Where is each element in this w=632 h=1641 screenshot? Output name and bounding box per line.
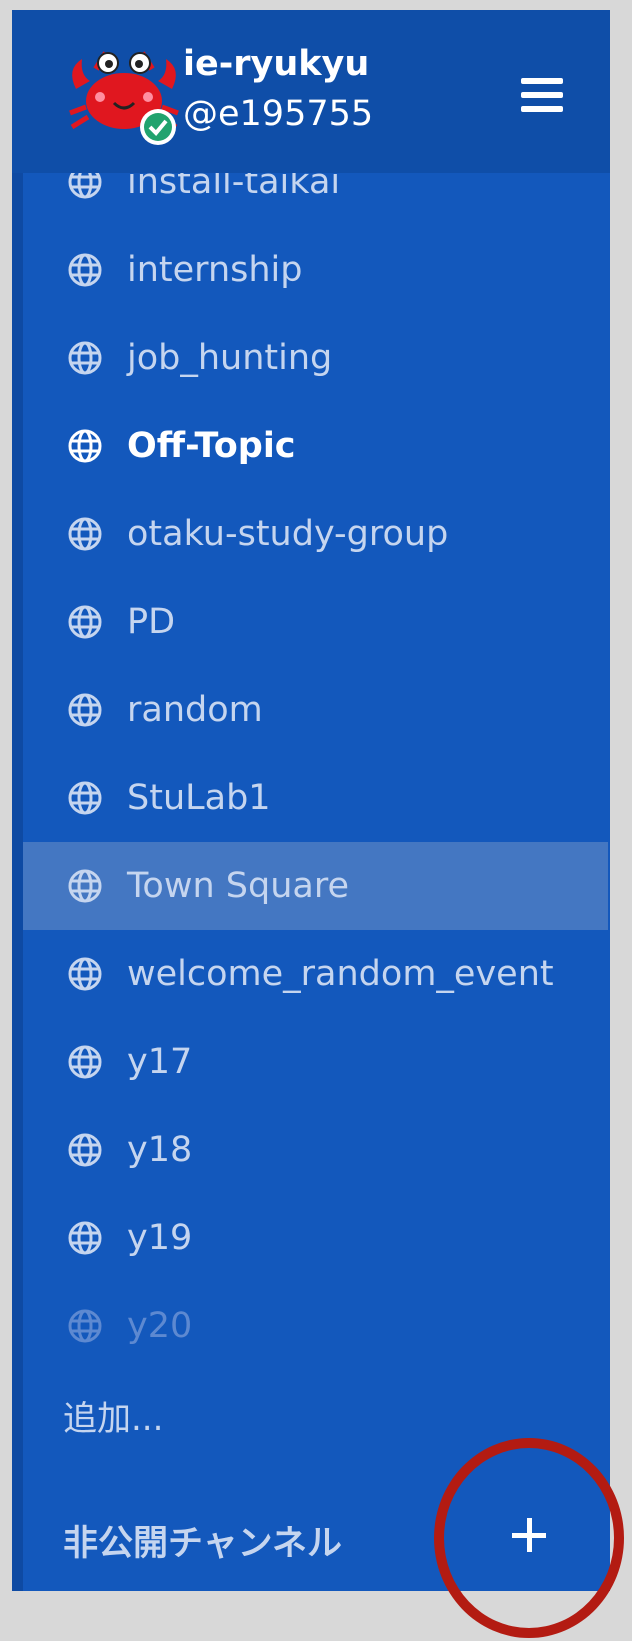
- channel-item[interactable]: y19: [12, 1194, 610, 1282]
- globe-icon: [68, 781, 102, 815]
- add-private-channel-button[interactable]: [500, 1505, 560, 1565]
- globe-icon: [68, 1221, 102, 1255]
- channel-item[interactable]: StuLab1: [12, 754, 610, 842]
- status-online-icon: [140, 109, 176, 145]
- add-more-channels-link[interactable]: 追加...: [63, 1391, 163, 1440]
- sidebar-header: ie-ryukyu @e195755: [12, 10, 610, 173]
- channel-item[interactable]: otaku-study-group: [12, 490, 610, 578]
- globe-icon: [68, 517, 102, 551]
- globe-icon: [68, 1309, 102, 1343]
- channel-label: internship: [127, 250, 303, 290]
- channel-item[interactable]: Town Square: [23, 842, 608, 930]
- channel-label: PD: [127, 602, 176, 642]
- channel-label: random: [127, 690, 263, 730]
- channel-label: welcome_random_event: [127, 954, 554, 994]
- team-avatar[interactable]: [66, 45, 182, 147]
- globe-icon: [68, 1045, 102, 1079]
- channel-item[interactable]: y20: [12, 1282, 610, 1370]
- channel-item[interactable]: y17: [12, 1018, 610, 1106]
- team-name: ie-ryukyu: [183, 44, 370, 84]
- channel-item[interactable]: PD: [12, 578, 610, 666]
- globe-icon: [68, 605, 102, 639]
- channel-item[interactable]: internship: [12, 226, 610, 314]
- username: @e195755: [183, 94, 374, 134]
- channel-item[interactable]: Off-Topic: [12, 402, 610, 490]
- channel-item[interactable]: welcome_random_event: [12, 930, 610, 1018]
- channel-item[interactable]: random: [12, 666, 610, 754]
- channel-label: Off-Topic: [127, 426, 296, 466]
- channel-label: job_hunting: [127, 338, 333, 378]
- channel-sidebar: ie-ryukyu @e195755 install-taikai interns…: [12, 10, 610, 1591]
- channel-item[interactable]: y18: [12, 1106, 610, 1194]
- public-channel-list: install-taikai internship job_hunting Off-T…: [12, 138, 610, 1370]
- channel-label: y18: [127, 1130, 193, 1170]
- channel-label: Town Square: [127, 866, 349, 906]
- hamburger-menu-button[interactable]: [517, 76, 569, 118]
- globe-icon: [68, 253, 102, 287]
- channel-item[interactable]: job_hunting: [12, 314, 610, 402]
- hamburger-menu-icon: [521, 78, 563, 84]
- globe-icon: [68, 693, 102, 727]
- channel-label: otaku-study-group: [127, 514, 449, 554]
- globe-icon: [68, 957, 102, 991]
- globe-icon: [68, 1133, 102, 1167]
- globe-icon: [68, 341, 102, 375]
- channel-label: y20: [127, 1306, 193, 1346]
- channel-label: y17: [127, 1042, 193, 1082]
- channel-label: y19: [127, 1218, 193, 1258]
- globe-icon: [68, 429, 102, 463]
- channel-label: StuLab1: [127, 778, 271, 818]
- private-channels-header: 非公開チャンネル: [63, 1524, 342, 1564]
- globe-icon: [68, 869, 102, 903]
